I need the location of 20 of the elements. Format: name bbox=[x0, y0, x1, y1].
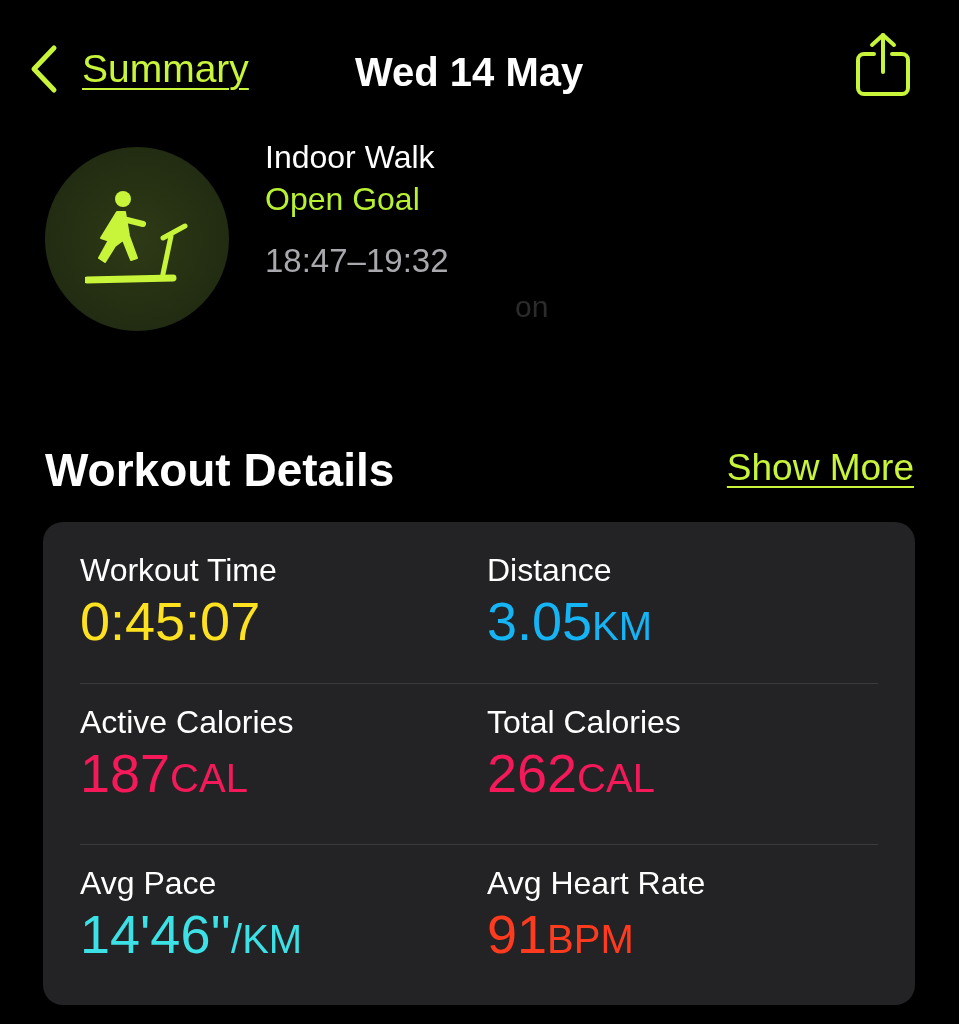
metric-value: 187CAL bbox=[80, 741, 249, 805]
workout-name: Indoor Walk bbox=[265, 138, 436, 177]
metric-value: 14'46''/KM bbox=[80, 902, 304, 966]
metric-value: 0:45:07 bbox=[80, 589, 262, 652]
section-heading: Workout Details bbox=[45, 442, 395, 498]
metric-label: Avg Pace bbox=[80, 863, 218, 903]
metric-value: 91BPM bbox=[487, 902, 635, 966]
workout-time-range: 18:47–19:32 bbox=[265, 241, 450, 281]
metric-value: 262CAL bbox=[487, 741, 656, 805]
metric-label: Workout Time bbox=[80, 550, 278, 590]
metric-label: Total Calories bbox=[487, 702, 682, 742]
show-more-link[interactable]: Show More bbox=[726, 440, 914, 496]
metric-value: 3.05KM bbox=[487, 589, 654, 653]
share-icon[interactable] bbox=[856, 32, 910, 98]
workout-goal: Open Goal bbox=[265, 180, 421, 219]
metric-label: Avg Heart Rate bbox=[487, 863, 707, 903]
metric-label: Active Calories bbox=[80, 702, 295, 742]
metric-label: Distance bbox=[487, 550, 613, 590]
page-title: Wed 14 May bbox=[355, 49, 584, 96]
back-button[interactable]: Summary bbox=[28, 40, 249, 99]
